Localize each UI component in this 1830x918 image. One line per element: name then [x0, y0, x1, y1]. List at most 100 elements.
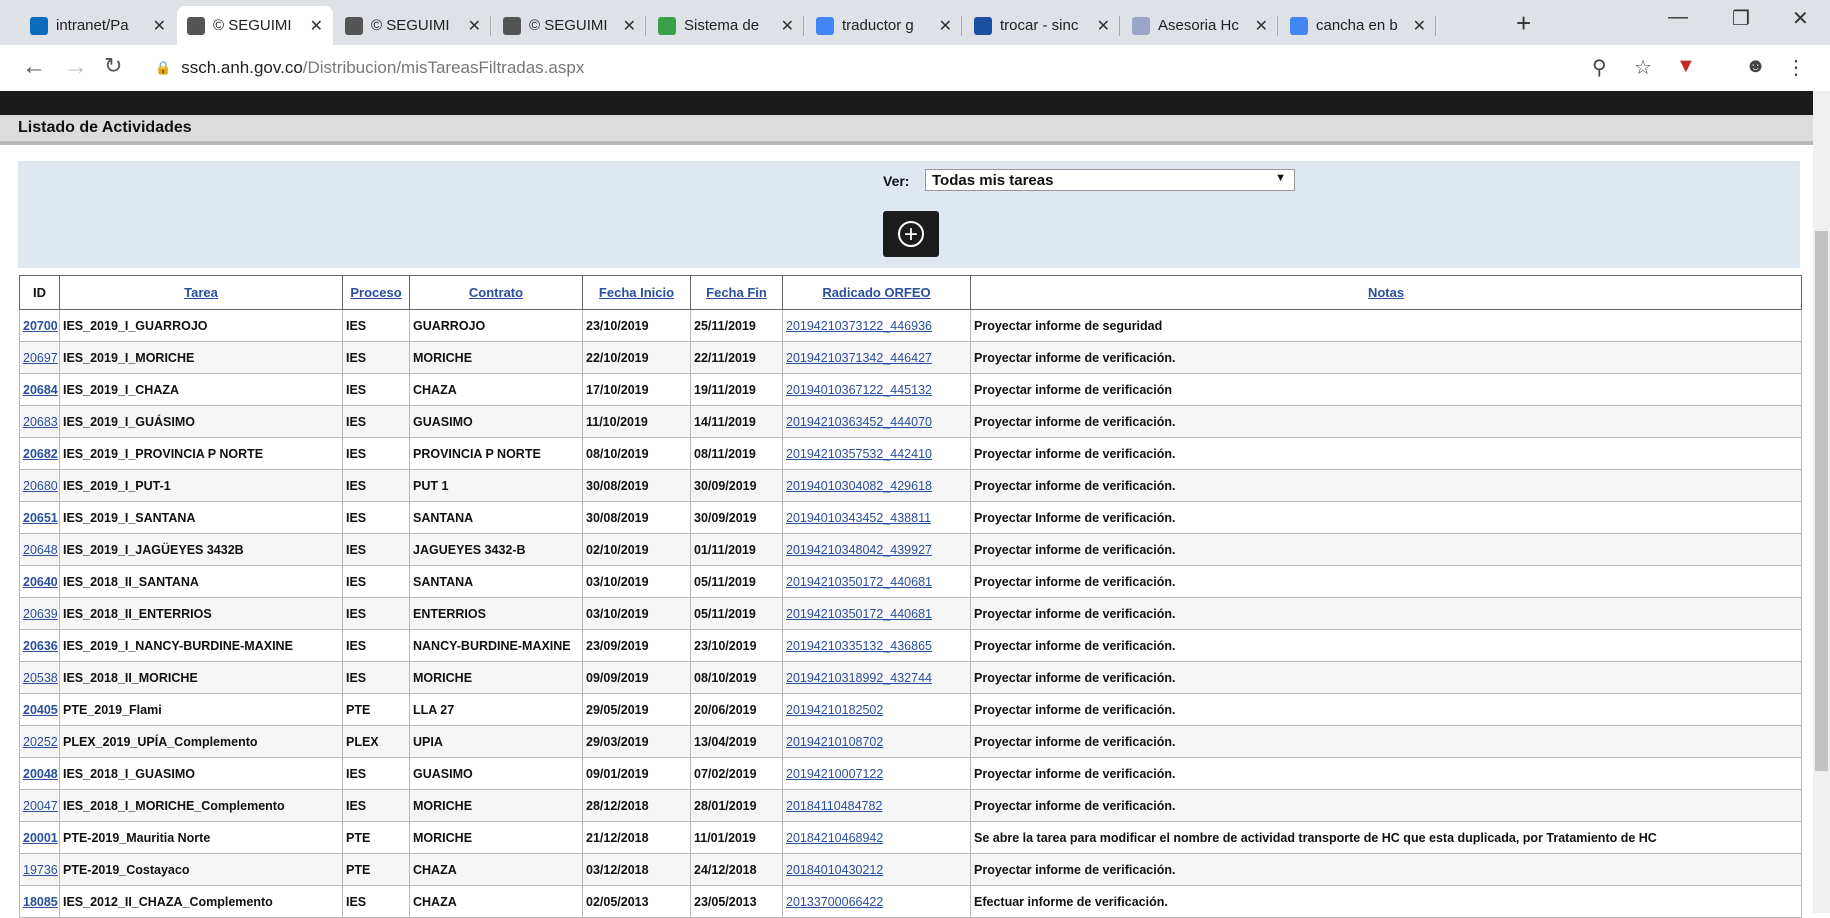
radicado-link[interactable]: 20194210350172_440681	[786, 607, 932, 621]
task-id-link[interactable]: 20683	[23, 415, 58, 429]
cell-fecha-fin: 28/01/2019	[690, 789, 783, 822]
radicado-link[interactable]: 20194210318992_432744	[786, 671, 932, 685]
radicado-link[interactable]: 20194210373122_446936	[786, 319, 932, 333]
cell-tarea: IES_2019_I_GUARROJO	[59, 309, 343, 342]
profile-icon[interactable]: ☻	[1745, 55, 1766, 78]
tab-close-icon[interactable]: ✕	[623, 16, 636, 36]
browser-tab[interactable]: Sistema de ✕	[648, 6, 804, 45]
task-id-link[interactable]: 20252	[23, 735, 58, 749]
cell-contrato: GUASIMO	[409, 757, 583, 790]
col-header-fecha-fin[interactable]: Fecha Fin	[690, 275, 783, 310]
task-id-link[interactable]: 20640	[23, 575, 58, 589]
task-id-link[interactable]: 20682	[23, 447, 58, 461]
radicado-link[interactable]: 20194210371342_446427	[786, 351, 932, 365]
radicado-link[interactable]: 20194210363452_444070	[786, 415, 932, 429]
task-id-link[interactable]: 18085	[23, 895, 58, 909]
table-row: 20048 IES_2018_I_GUASIMO IES GUASIMO 09/01/2…	[19, 757, 1802, 790]
cell-notas: Proyectar informe de verificación.	[970, 437, 1802, 470]
tab-close-icon[interactable]: ✕	[153, 16, 166, 36]
radicado-link[interactable]: 20194010304082_429618	[786, 479, 932, 493]
cell-notas: Proyectar informe de verificación.	[970, 533, 1802, 566]
tab-close-icon[interactable]: ✕	[939, 16, 952, 36]
scrollbar-thumb[interactable]	[1815, 231, 1828, 771]
page-scrollbar[interactable]	[1813, 91, 1830, 913]
col-header-notas[interactable]: Notas	[970, 275, 1802, 310]
col-header-tarea[interactable]: Tarea	[59, 275, 343, 310]
task-id-link[interactable]: 20405	[23, 703, 58, 717]
tasks-table-container: ID Tarea Proceso Contrato Fecha Inicio F…	[19, 275, 1802, 918]
tab-close-icon[interactable]: ✕	[1255, 16, 1268, 36]
task-id-link[interactable]: 20651	[23, 511, 58, 525]
minimize-button[interactable]: —	[1668, 6, 1688, 29]
radicado-link[interactable]: 20194210335132_436865	[786, 639, 932, 653]
menu-icon[interactable]: ⋮	[1786, 55, 1806, 80]
radicado-link[interactable]: 20194210348042_439927	[786, 543, 932, 557]
browser-tab[interactable]: cancha en b ✕	[1280, 6, 1436, 45]
key-icon[interactable]: ⚲	[1592, 55, 1607, 80]
cell-radicado: 20194210182502	[782, 693, 971, 726]
new-tab-button[interactable]: +	[1516, 8, 1531, 39]
browser-tab[interactable]: trocar - sinc ✕	[964, 6, 1120, 45]
radicado-link[interactable]: 20194210357532_442410	[786, 447, 932, 461]
radicado-link[interactable]: 20133700066422	[786, 895, 883, 909]
task-id-link[interactable]: 20538	[23, 671, 58, 685]
task-id-link[interactable]: 20684	[23, 383, 58, 397]
address-bar[interactable]: 🔒 ssch.anh.gov.co/Distribucion/misTareas…	[155, 50, 1555, 86]
browser-tab[interactable]: traductor g ✕	[806, 6, 962, 45]
task-id-link[interactable]: 20048	[23, 767, 58, 781]
radicado-link[interactable]: 20194210007122	[786, 767, 883, 781]
task-id-link[interactable]: 20700	[23, 319, 58, 333]
col-header-proceso[interactable]: Proceso	[342, 275, 410, 310]
radicado-link[interactable]: 20184110484782	[786, 799, 882, 813]
cell-tarea: IES_2019_I_SANTANA	[59, 501, 343, 534]
cell-contrato: SANTANA	[409, 565, 583, 598]
radicado-link[interactable]: 20194210350172_440681	[786, 575, 932, 589]
table-row: 20684 IES_2019_I_CHAZA IES CHAZA 17/10/2019 1…	[19, 373, 1802, 406]
cell-fecha-fin: 11/01/2019	[690, 821, 783, 854]
cell-id: 20683	[19, 405, 60, 438]
col-header-contrato[interactable]: Contrato	[409, 275, 583, 310]
radicado-link[interactable]: 20184010430212	[786, 863, 883, 877]
extension-shield-icon[interactable]: ▼	[1676, 55, 1696, 78]
plus-circle-icon: +	[898, 221, 924, 247]
browser-tab[interactable]: intranet/Pa ✕	[20, 6, 176, 45]
task-id-link[interactable]: 20680	[23, 479, 58, 493]
browser-tab[interactable]: © SEGUIMI ✕	[335, 6, 491, 45]
col-header-radicado[interactable]: Radicado ORFEO	[782, 275, 971, 310]
browser-tab[interactable]: © SEGUIMI ✕	[493, 6, 646, 45]
browser-tab[interactable]: © SEGUIMI ✕	[177, 6, 333, 45]
radicado-link[interactable]: 20194010343452_438811	[786, 511, 931, 525]
col-header-fecha-inicio[interactable]: Fecha Inicio	[582, 275, 691, 310]
tab-close-icon[interactable]: ✕	[468, 16, 481, 36]
tab-close-icon[interactable]: ✕	[1097, 16, 1110, 36]
bookmark-star-icon[interactable]: ☆	[1634, 55, 1652, 80]
browser-tab[interactable]: Asesoria Hc ✕	[1122, 6, 1278, 45]
radicado-link[interactable]: 20184210468942	[786, 831, 883, 845]
cell-notas: Proyectar informe de verificación.	[970, 693, 1802, 726]
filter-select[interactable]: Todas mis tareas ▼	[925, 169, 1295, 191]
cell-fecha-inicio: 21/12/2018	[582, 821, 691, 854]
task-id-link[interactable]: 20001	[23, 831, 58, 845]
reload-icon[interactable]: ↻	[104, 53, 122, 79]
cell-tarea: PTE_2019_Flami	[59, 693, 343, 726]
tab-close-icon[interactable]: ✕	[1413, 16, 1426, 36]
task-id-link[interactable]: 20639	[23, 607, 58, 621]
close-window-button[interactable]: ✕	[1792, 6, 1809, 31]
task-id-link[interactable]: 20047	[23, 799, 58, 813]
task-id-link[interactable]: 19736	[23, 863, 58, 877]
task-id-link[interactable]: 20648	[23, 543, 58, 557]
radicado-link[interactable]: 20194210182502	[786, 703, 883, 717]
task-id-link[interactable]: 20697	[23, 351, 58, 365]
tab-close-icon[interactable]: ✕	[310, 16, 323, 36]
browser-tab-label: © SEGUIMI	[529, 17, 608, 34]
add-task-button[interactable]: +	[883, 211, 939, 257]
forward-icon[interactable]: →	[64, 53, 88, 81]
back-icon[interactable]: ←	[22, 53, 46, 81]
radicado-link[interactable]: 20194210108702	[786, 735, 883, 749]
restore-button[interactable]: ❐	[1732, 6, 1750, 31]
tab-close-icon[interactable]: ✕	[781, 16, 794, 36]
radicado-link[interactable]: 20194010367122_445132	[786, 383, 932, 397]
task-id-link[interactable]: 20636	[23, 639, 58, 653]
cell-notas: Proyectar informe de verificación.	[970, 757, 1802, 790]
cell-id: 20648	[19, 533, 60, 566]
